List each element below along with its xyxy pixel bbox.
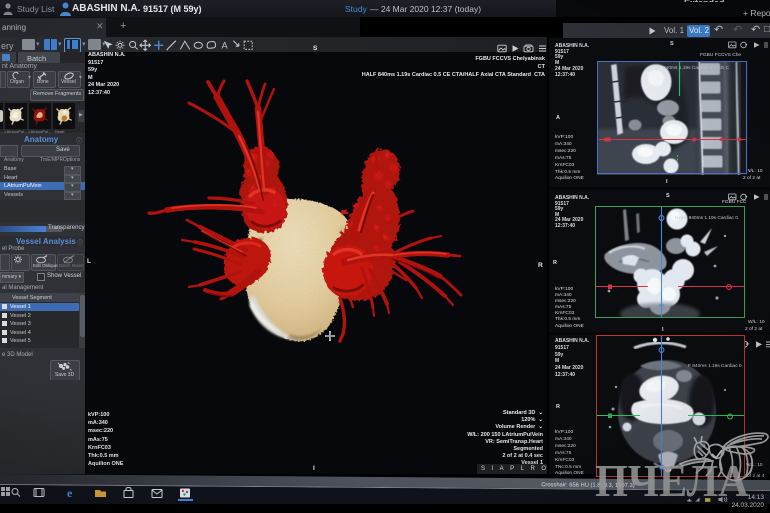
svg-text:A: A [222, 40, 228, 50]
svg-text:e: e [67, 486, 73, 500]
